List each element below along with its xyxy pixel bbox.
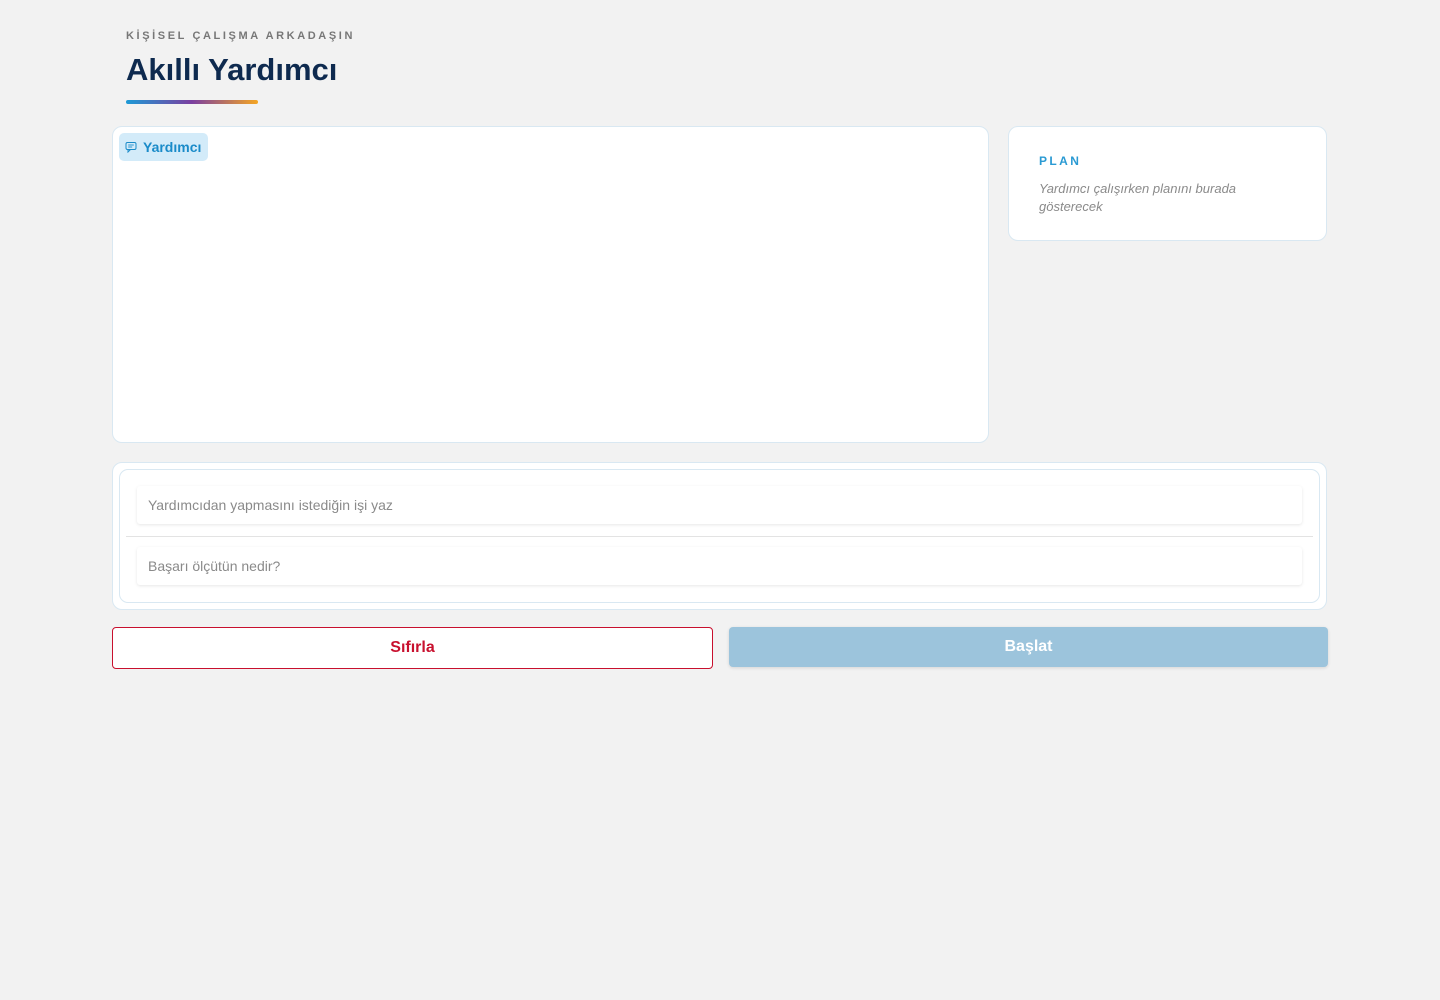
success-criteria-input[interactable] (137, 547, 1302, 585)
reset-button[interactable]: Sıfırla (112, 627, 713, 669)
plan-title: PLAN (1039, 154, 1082, 168)
page-title: Akıllı Yardımcı (126, 52, 338, 87)
start-button[interactable]: Başlat (729, 627, 1328, 667)
chat-panel: Yardımcı (112, 126, 989, 443)
input-panel (112, 462, 1327, 610)
page-eyebrow: KİŞİSEL ÇALIŞMA ARKADAŞIN (126, 30, 355, 42)
title-underline (126, 100, 258, 104)
chat-bubble-icon (125, 141, 137, 153)
page: KİŞİSEL ÇALIŞMA ARKADAŞIN Akıllı Yardımc… (0, 0, 1440, 1000)
input-divider (126, 536, 1313, 537)
page-header: KİŞİSEL ÇALIŞMA ARKADAŞIN Akıllı Yardımc… (126, 30, 355, 104)
task-input[interactable] (137, 486, 1302, 524)
plan-panel: PLAN Yardımcı çalışırken planını burada … (1008, 126, 1327, 241)
plan-hint: Yardımcı çalışırken planını burada göste… (1039, 181, 1237, 214)
assistant-tag-label: Yardımcı (143, 139, 202, 155)
assistant-tag: Yardımcı (119, 133, 209, 161)
input-inner (119, 469, 1320, 603)
